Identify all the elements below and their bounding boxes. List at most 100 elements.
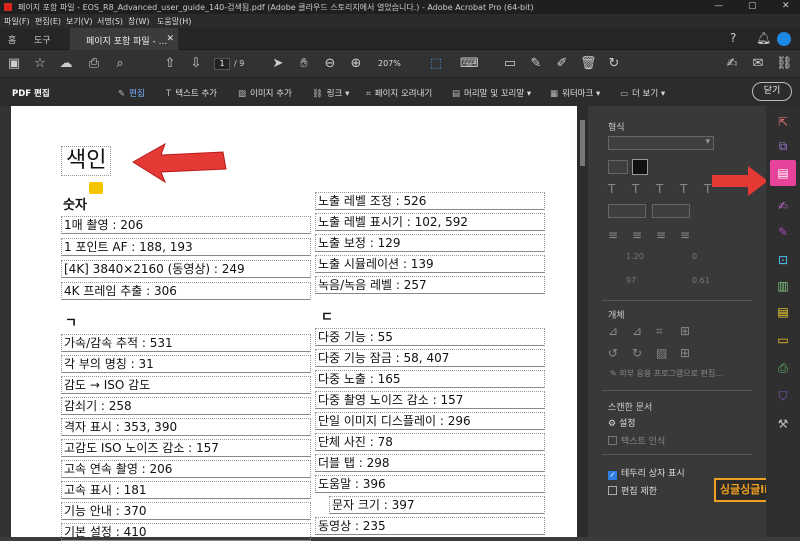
sticky-note-icon[interactable] [89,182,103,194]
tab-home[interactable]: 홈 [8,33,16,46]
list-item[interactable]: 노출 시뮬레이션 : 139 [315,255,545,273]
menu-file[interactable]: 파일(F) [4,16,30,27]
scale-value[interactable]: 97 [626,276,636,285]
checked-checkbox[interactable]: ✓ [608,471,617,480]
list-item[interactable]: 동영상 : 235 [315,517,545,535]
show-bbox-option[interactable]: ✓ 테두리 상자 표시 [608,466,685,480]
text-style-icon[interactable]: T [680,182,687,196]
list-item[interactable]: 감도 → ISO 감도 [61,376,311,394]
edit-limit-option[interactable]: 편집 제한 [608,484,657,497]
header-footer-button[interactable]: ▤ 머리말 및 꼬리말 ▾ [452,87,531,99]
checkbox[interactable] [608,436,617,445]
vertical-scrollbar[interactable] [577,106,588,537]
list-item[interactable]: 노출 레벨 조정 : 526 [315,192,545,210]
save-icon[interactable]: ▣ [6,56,22,72]
export-pdf-icon[interactable]: ⇱ [775,114,791,130]
flip-vertical-icon[interactable]: ⊿ [632,324,642,338]
align-object-icon[interactable]: ⊞ [680,324,690,338]
minimize-icon[interactable]: — [714,1,723,11]
zoom-in-icon[interactable]: ⊕ [348,56,364,72]
font-color-swatch[interactable] [632,159,648,175]
more-button[interactable]: ▭ 더 보기 ▾ [620,87,665,99]
align-justify-icon[interactable]: ≡ [680,228,690,242]
list-item[interactable]: 도움말 : 396 [315,475,545,493]
menu-edit[interactable]: 편집(E) [35,16,61,27]
rotate-icon[interactable]: ↻ [606,56,622,72]
scan-icon[interactable]: ⊡ [775,252,791,268]
list-item[interactable]: 고속 연속 촬영 : 206 [61,460,311,478]
list-item[interactable]: 단체 사진 : 78 [315,433,545,451]
edit-pdf-tool[interactable]: ▤ [770,160,796,186]
page-down-icon[interactable]: ⇩ [188,56,204,72]
left-panel-toggle[interactable] [0,106,11,537]
index-title[interactable]: 색인 [61,146,112,176]
comment-icon[interactable]: ▭ [502,56,518,72]
align-left-icon[interactable]: ≡ [608,228,618,242]
bullet-list-select[interactable] [608,204,646,218]
menu-sign[interactable]: 서명(S) [97,16,123,27]
align-right-icon[interactable]: ≡ [656,228,666,242]
paragraph-spacing-value[interactable]: 0 [692,252,697,261]
sign-icon[interactable]: ✍ [724,56,740,72]
edit-button[interactable]: ✎ 편집 [118,87,145,99]
tab-document[interactable]: 페이지 포함 파일 - ... ✕ [70,28,178,50]
mail-icon[interactable]: ✉ [750,56,766,72]
list-item[interactable]: 노출 레벨 표시기 : 102, 592 [315,213,545,231]
align-center-icon[interactable]: ≡ [632,228,642,242]
crop-object-icon[interactable]: ⌗ [656,324,663,339]
print-production-icon[interactable]: ⎙ [775,360,791,376]
combine-icon[interactable]: ⧉ [775,138,791,154]
link-button[interactable]: ⛓ 링크 ▾ [312,87,349,99]
list-item[interactable]: 노출 보정 : 129 [315,234,545,252]
fill-sign-icon[interactable]: ✎ [775,224,791,240]
list-item[interactable]: 다중 촬영 노이즈 감소 : 157 [315,391,545,409]
font-size-select[interactable] [608,160,628,174]
print-icon[interactable]: ⎙ [86,56,102,72]
list-item[interactable]: 문자 크기 : 397 [329,496,545,514]
list-item[interactable]: 가속/감속 추적 : 531 [61,334,311,352]
scrollbar-thumb[interactable] [580,120,585,166]
list-item[interactable]: 다중 기능 잠금 : 58, 407 [315,349,545,367]
cloud-upload-icon[interactable]: ☁ [58,56,74,72]
arrange-icon[interactable]: ⊞ [680,346,690,360]
list-item[interactable]: 감쇠기 : 258 [61,397,311,415]
checkbox[interactable] [608,486,617,495]
replace-image-icon[interactable]: ▨ [656,346,667,360]
zoom-level[interactable]: 207% [378,59,401,68]
font-family-select[interactable]: ▾ [608,136,714,150]
text-recognition-option[interactable]: 텍스트 인식 [608,434,665,447]
list-item[interactable]: 각 부의 명칭 : 31 [61,355,311,373]
external-edit-link[interactable]: ✎ 외부 응용 프로그램으로 편집... [610,368,723,379]
document-page[interactable]: 색인 숫자 1매 촬영 : 206 1 포인트 AF : 188, 193 [4… [11,106,577,541]
flip-icon[interactable]: ⊿ [608,324,618,338]
list-item[interactable]: 다중 기능 : 55 [315,328,545,346]
list-item[interactable]: [4K] 3840×2160 (동영상) : 249 [61,260,311,278]
close-edit-button[interactable]: 닫기 [752,82,792,101]
protect-icon[interactable]: ⛉ [775,388,791,404]
hand-icon[interactable]: ✋︎ [296,56,312,72]
rotate-left-icon[interactable]: ↺ [608,346,618,360]
fit-page-icon[interactable]: ⬚ [428,56,444,72]
list-item[interactable]: 녹음/녹음 레벨 : 257 [315,276,545,294]
link-share-icon[interactable]: ⛓ [776,56,793,72]
text-style-icon[interactable]: T [656,182,663,196]
more-tools-icon[interactable]: ⚒ [775,416,791,432]
delete-icon[interactable]: 🗑︎ [580,56,597,72]
text-style-icon[interactable]: T [608,182,615,196]
list-item[interactable]: 1 포인트 AF : 188, 193 [61,238,311,256]
list-item[interactable]: 4K 프레임 추출 : 306 [61,282,311,300]
crop-page-button[interactable]: ⌗ 페이지 오려내기 [366,87,432,99]
line-spacing-value[interactable]: 1.20 [626,252,644,261]
comment-tool-icon[interactable]: ▭ [775,332,791,348]
create-pdf-icon[interactable]: ▤ [775,304,791,320]
list-item[interactable]: 단일 이미지 디스플레이 : 296 [315,412,545,430]
text-style-icon[interactable]: T [704,182,711,196]
page-number-input[interactable]: 1 [214,58,230,70]
close-window-icon[interactable]: ✕ [782,1,790,11]
add-text-button[interactable]: T 텍스트 추가 [166,87,217,99]
menu-help[interactable]: 도움말(H) [157,16,191,27]
highlight-icon[interactable]: ✐ [554,56,570,72]
list-item[interactable]: 더블 탭 : 298 [315,454,545,472]
avatar[interactable] [777,32,791,46]
zoom-search-icon[interactable]: ⌕ [112,56,128,72]
